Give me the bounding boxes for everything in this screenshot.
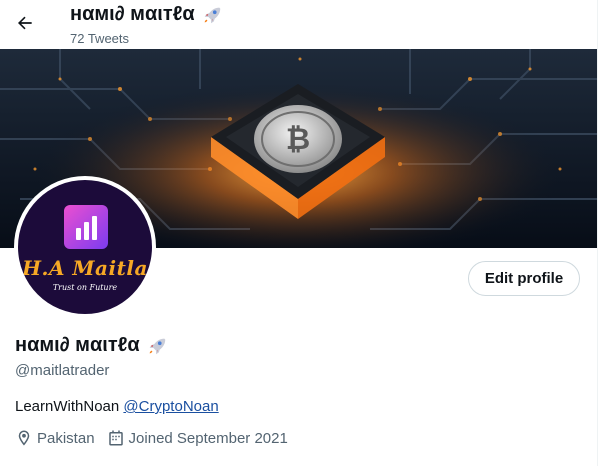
column-divider (597, 0, 598, 466)
rocket-icon (146, 335, 168, 357)
top-header: нαмι∂ мαιтℓα 72 Tweets (0, 0, 597, 49)
location-pin-icon (18, 430, 30, 446)
profile-handle: @maitlatrader (15, 362, 110, 379)
profile-page: нαмι∂ мαιтℓα 72 Tweets ₿ H.A Maitla Trus… (0, 0, 602, 466)
joined-text: Joined September 2021 (128, 429, 288, 447)
avatar-brand-text: H.A Maitla (22, 256, 148, 280)
profile-bio: LearnWithNoan @CryptoNoan (15, 398, 219, 415)
bio-text: LearnWithNoan (15, 398, 120, 415)
bar-chart-icon (64, 205, 108, 249)
profile-meta: Pakistan Joined September 2021 (15, 429, 300, 447)
back-button[interactable] (8, 6, 42, 40)
avatar-image: H.A Maitla Trust on Future (18, 180, 152, 314)
profile-name-row: нαмι∂ мαιтℓα (15, 334, 168, 357)
header-title: нαмι∂ мαιтℓα (70, 3, 223, 26)
header-display-name: нαмι∂ мαιтℓα (70, 3, 195, 25)
profile-avatar[interactable]: H.A Maitla Trust on Future (14, 176, 156, 318)
joined-item: Joined September 2021 (107, 429, 288, 447)
tweet-count: 72 Tweets (70, 31, 130, 46)
bio-mention-link[interactable]: @CryptoNoan (123, 398, 218, 415)
arrow-left-icon (18, 16, 32, 30)
rocket-icon (201, 4, 223, 26)
profile-display-name: нαмι∂ мαιтℓα (15, 334, 140, 356)
calendar-icon (108, 430, 123, 446)
svg-text:₿: ₿ (286, 122, 310, 157)
avatar-tagline: Trust on Future (52, 283, 118, 292)
edit-profile-button[interactable]: Edit profile (468, 261, 580, 296)
location-item: Pakistan (15, 429, 95, 447)
location-text: Pakistan (37, 429, 95, 447)
